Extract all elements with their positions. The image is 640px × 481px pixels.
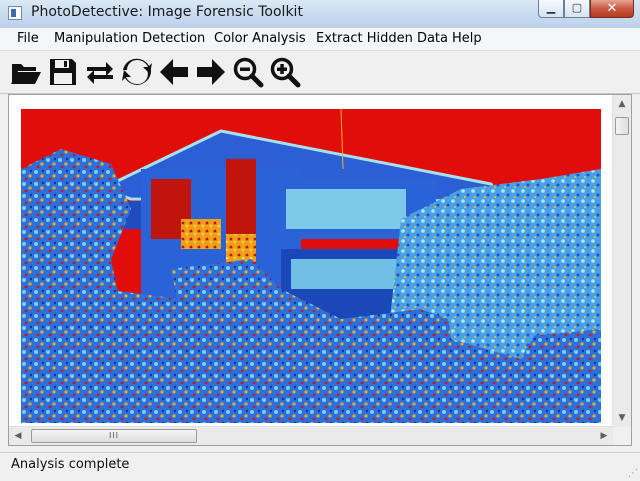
- menu-extract-hidden-data[interactable]: Extract Hidden Data: [316, 31, 448, 46]
- menu-manipulation-detection[interactable]: Manipulation Detection: [54, 31, 205, 46]
- open-button[interactable]: [10, 56, 42, 88]
- previous-button[interactable]: [158, 56, 190, 88]
- scroll-up-icon[interactable]: ▲: [613, 95, 631, 113]
- status-bar: Analysis complete ⋰: [0, 452, 640, 481]
- maximize-icon: ▢: [571, 1, 583, 14]
- close-icon: ✕: [606, 1, 618, 16]
- refresh-button[interactable]: [121, 56, 153, 88]
- menu-file[interactable]: File: [17, 31, 39, 46]
- open-folder-icon: [11, 64, 41, 84]
- swap-icon: [87, 62, 113, 84]
- zoom-out-button[interactable]: [232, 56, 264, 88]
- window-title: PhotoDetective: Image Forensic Toolkit: [31, 4, 303, 20]
- window-controls: ▁ ▢ ✕: [538, 0, 634, 20]
- zoom-in-button[interactable]: [269, 56, 301, 88]
- swap-button[interactable]: [84, 56, 116, 88]
- menu-color-analysis[interactable]: Color Analysis: [214, 31, 306, 46]
- vertical-scrollbar[interactable]: ▲ ▼: [612, 95, 631, 427]
- scroll-left-icon[interactable]: ◀: [9, 427, 27, 445]
- scroll-corner: [613, 427, 631, 445]
- horizontal-scrollbar[interactable]: ◀ III ▶: [9, 426, 613, 445]
- save-button[interactable]: [47, 56, 79, 88]
- status-text: Analysis complete: [11, 457, 130, 472]
- resize-grip-icon[interactable]: ⋰: [628, 468, 638, 479]
- maximize-button[interactable]: ▢: [564, 0, 590, 18]
- analyzed-image[interactable]: [21, 109, 601, 423]
- toolbar: [0, 51, 640, 94]
- close-button[interactable]: ✕: [590, 0, 634, 18]
- false-color-house-image: [21, 109, 601, 423]
- scroll-down-icon[interactable]: ▼: [613, 409, 631, 427]
- zoom-in-icon: [270, 57, 301, 88]
- scroll-right-icon[interactable]: ▶: [595, 427, 613, 445]
- arrow-left-icon: [160, 59, 188, 85]
- title-bar[interactable]: PhotoDetective: Image Forensic Toolkit ▁…: [0, 0, 640, 29]
- arrow-right-icon: [197, 59, 225, 85]
- image-viewport[interactable]: ▲ ▼ ◀ III ▶: [8, 94, 632, 446]
- save-icon: [50, 59, 76, 85]
- minimize-icon: ▁: [546, 1, 556, 14]
- menu-help[interactable]: Help: [452, 31, 482, 46]
- minimize-button[interactable]: ▁: [538, 0, 564, 18]
- menu-bar: File Manipulation Detection Color Analys…: [0, 28, 640, 51]
- app-icon: [8, 6, 22, 20]
- refresh-icon: [122, 58, 152, 85]
- next-button[interactable]: [195, 56, 227, 88]
- horizontal-scroll-thumb[interactable]: III: [31, 429, 197, 443]
- zoom-out-icon: [233, 57, 264, 88]
- vertical-scroll-thumb[interactable]: [615, 117, 629, 135]
- app-window: PhotoDetective: Image Forensic Toolkit ▁…: [0, 0, 640, 481]
